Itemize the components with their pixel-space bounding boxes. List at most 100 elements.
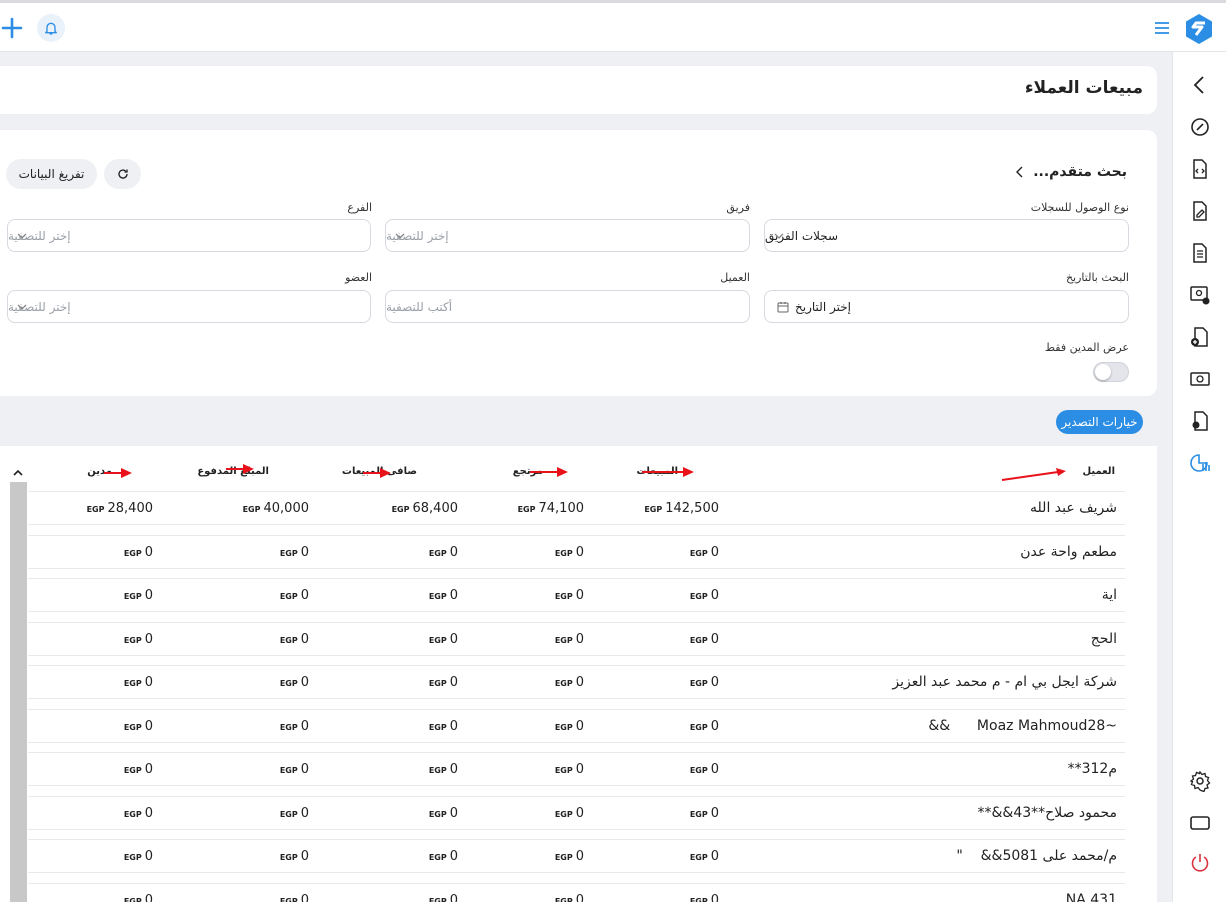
advanced-search-label: بحث متقدم... [1033,164,1127,180]
client-name-cell: م/محمد على 5081&& " [956,848,1117,864]
amount-value: 0 [300,544,309,560]
table-row[interactable]: NA 431 EGP 0 EGP 0 EGP 0 EGP 0 EGP 0 [28,882,1125,902]
table-row[interactable]: شركة ايجل بي ام - م محمد عبد العزيز EGP 0 E… [28,665,1125,699]
amount-value: 28,400 [107,501,154,516]
advanced-search-toggle[interactable]: بحث متقدم... [1015,164,1127,180]
plus-icon[interactable] [0,16,24,40]
date-picker-field[interactable]: إختر التاريخ [764,290,1129,323]
table-row[interactable]: م/محمد على 5081&& " EGP 0 EGP 0 EGP 0 EGP 0 EGP 0 [28,839,1125,873]
currency-label: EGP [428,853,447,862]
hamburger-menu-icon[interactable] [1152,18,1172,38]
client-input[interactable]: أكتب للتصفية [385,290,750,323]
chevron-up-icon[interactable] [12,467,24,479]
amount-value: 0 [710,544,719,560]
amount-value: 0 [449,631,458,647]
currency-label: EGP [279,766,298,775]
table-row[interactable]: مطعم واحة عدن EGP 0 EGP 0 EGP 0 EGP 0 EGP 0 [28,534,1125,569]
table-row[interactable]: ~Moaz Mahmoud28 && EGP 0 EGP 0 EGP 0 EGP 0 EGP 0 [28,708,1125,743]
user-settings-icon[interactable] [1189,284,1211,306]
column-header-client[interactable]: العميل [1082,466,1115,477]
amount-value: 0 [710,892,719,902]
currency-label: EGP [279,592,298,601]
amount-value: 0 [449,675,458,690]
returns-cell: EGP 0 [555,719,584,734]
debtor-only-toggle[interactable] [1093,362,1129,382]
currency-label: EGP [391,505,410,514]
table-row[interactable]: اية EGP 0 EGP 0 EGP 0 EGP 0 EGP 0 [28,578,1125,612]
amount-value: 0 [449,718,458,734]
currency-label: EGP [689,635,708,645]
chevron-left-icon [1016,166,1023,178]
cash-icon[interactable] [1189,368,1211,390]
access-type-select[interactable]: سجلات الفريق [764,219,1129,252]
logout-power-icon[interactable] [1189,852,1211,874]
amount-value: 0 [575,588,584,603]
invoice-icon[interactable] [1189,158,1211,180]
amount-value: 0 [575,762,584,777]
paid-cell: EGP 0 [280,762,309,777]
export-options-button[interactable]: خيارات التصدير [1056,410,1143,434]
app-logo[interactable] [1184,13,1214,45]
currency-label: EGP [279,809,298,819]
paid-cell: EGP 0 [280,719,309,734]
table-row[interactable]: الحج EGP 0 EGP 0 EGP 0 EGP 0 EGP 0 [28,621,1125,656]
amount-value: 0 [575,675,584,690]
currency-label: EGP [123,679,142,688]
page-header: مبيعات العملاء [0,66,1157,114]
currency-label: EGP [689,722,708,732]
currency-label: EGP [279,722,298,732]
bell-icon [45,22,57,35]
settings-gear-icon[interactable] [1189,770,1211,792]
dashboard-gauge-icon[interactable] [1189,116,1211,138]
currency-label: EGP [123,548,142,558]
fullscreen-icon[interactable] [1189,812,1211,834]
paid-cell: EGP 40,000 [243,501,309,516]
net-cell: EGP 0 [429,719,458,734]
table-header: العميل المبيعات مرتجع صافى المبيعات المب… [0,446,1157,486]
amount-value: 0 [300,675,309,690]
amount-value: 74,100 [538,501,585,516]
pie-chart-icon[interactable] [1189,452,1211,474]
clear-data-button[interactable]: تفريغ البيانات [6,159,97,189]
net-cell: EGP 0 [429,849,458,864]
chevron-down-icon [17,304,27,310]
currency-label: EGP [554,722,573,732]
currency-label: EGP [428,896,447,902]
table-row[interactable]: محمود صلاح**43&&** EGP 0 EGP 0 EGP 0 EGP 0 EGP 0 [28,795,1125,830]
sales-cell: EGP 0 [690,632,719,647]
currency-label: EGP [644,505,663,514]
client-name-cell: الحج [1090,630,1117,647]
edit-document-icon[interactable] [1189,200,1211,222]
report-list-icon[interactable] [1189,242,1211,264]
amount-value: 0 [575,805,584,821]
user-document-icon[interactable] [1189,410,1211,432]
annotation-arrow [104,468,132,478]
add-document-icon[interactable] [1189,326,1211,348]
client-name-cell: شريف عبد الله [1030,500,1117,516]
debt-cell: EGP 0 [124,719,153,734]
annotation-arrow [530,467,568,477]
vertical-scrollbar[interactable] [10,482,27,902]
returns-cell: EGP 0 [555,893,584,902]
refresh-button[interactable] [104,159,141,189]
currency-label: EGP [554,679,573,688]
member-select[interactable]: إختر للتصفية [7,290,371,323]
sales-cell: EGP 0 [690,762,719,777]
amount-value: 0 [144,762,153,777]
sales-cell: EGP 0 [690,545,719,560]
currency-label: EGP [689,679,708,688]
sales-cell: EGP 0 [690,675,719,690]
chevron-down-icon [395,233,405,239]
amount-value: 0 [449,849,458,864]
chevron-left-icon[interactable] [1189,74,1211,96]
team-select[interactable]: إختر للتصفية [385,219,750,252]
paid-cell: EGP 0 [280,806,309,821]
returns-cell: EGP 0 [555,632,584,647]
notifications-button[interactable] [37,14,65,42]
currency-label: EGP [554,896,573,902]
table-row[interactable]: م312** EGP 0 EGP 0 EGP 0 EGP 0 EGP 0 [28,752,1125,786]
currency-label: EGP [428,722,447,732]
table-row[interactable]: شريف عبد الله EGP 142,500 EGP 74,100 EGP 68,40… [28,491,1125,525]
branch-select[interactable]: إختر للتصفية [7,219,371,252]
amount-value: 0 [300,588,309,603]
